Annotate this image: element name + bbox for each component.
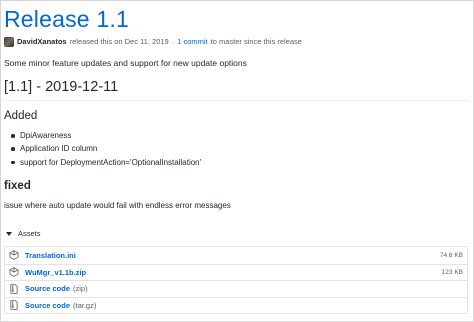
package-icon — [9, 250, 19, 261]
package-icon — [9, 267, 19, 278]
version-heading: [1.1] - 2019-12-11 — [4, 79, 119, 95]
release-intro: Some minor feature updates and support f… — [4, 58, 247, 68]
asset-link[interactable]: Source code — [25, 301, 70, 310]
assets-list: Translation.ini 74.6 KB WuMgr_v1.1b.zip … — [4, 246, 468, 314]
caret-down-icon — [6, 231, 12, 236]
asset-link[interactable]: Translation.ini — [25, 251, 76, 260]
asset-row[interactable]: Source code (tar.gz) — [5, 296, 467, 314]
asset-link[interactable]: WuMgr_v1.1b.zip — [25, 268, 86, 277]
asset-size: 123 KB — [441, 268, 463, 276]
list-item: Application ID column — [10, 142, 201, 155]
commits-suffix: to master since this release — [210, 37, 302, 46]
file-zip-icon — [10, 300, 18, 311]
author-link[interactable]: DavidXanatos — [17, 37, 67, 46]
asset-row[interactable]: Translation.ini 74.6 KB — [5, 247, 467, 264]
added-list: DpiAwareness Application ID column suppo… — [10, 129, 201, 169]
asset-size: 74.6 KB — [439, 251, 463, 259]
release-title[interactable]: Release 1.1 — [4, 6, 129, 33]
asset-format: (zip) — [73, 284, 88, 294]
added-heading: Added — [4, 110, 38, 122]
fixed-heading: fixed — [4, 180, 31, 192]
author-avatar[interactable] — [4, 36, 14, 47]
released-text: released this on Dec 11, 2019 — [69, 37, 169, 46]
commits-link[interactable]: 1 commit — [177, 37, 207, 46]
asset-format: (tar.gz) — [73, 300, 97, 310]
list-item: support for DeploymentAction='OptionalIn… — [10, 156, 201, 169]
assets-toggle[interactable]: Assets — [6, 229, 41, 238]
list-item: DpiAwareness — [10, 129, 201, 142]
meta-separator: · — [171, 37, 175, 46]
fixed-text: issue where auto update would fail with … — [4, 201, 231, 210]
asset-link[interactable]: Source code — [25, 284, 70, 293]
release-meta: DavidXanatos released this on Dec 11, 20… — [4, 35, 302, 48]
assets-heading: Assets — [18, 229, 41, 238]
file-zip-icon — [10, 283, 18, 294]
heading-divider — [4, 100, 468, 101]
asset-row[interactable]: WuMgr_v1.1b.zip 123 KB — [5, 263, 467, 281]
asset-row[interactable]: Source code (zip) — [5, 280, 467, 297]
